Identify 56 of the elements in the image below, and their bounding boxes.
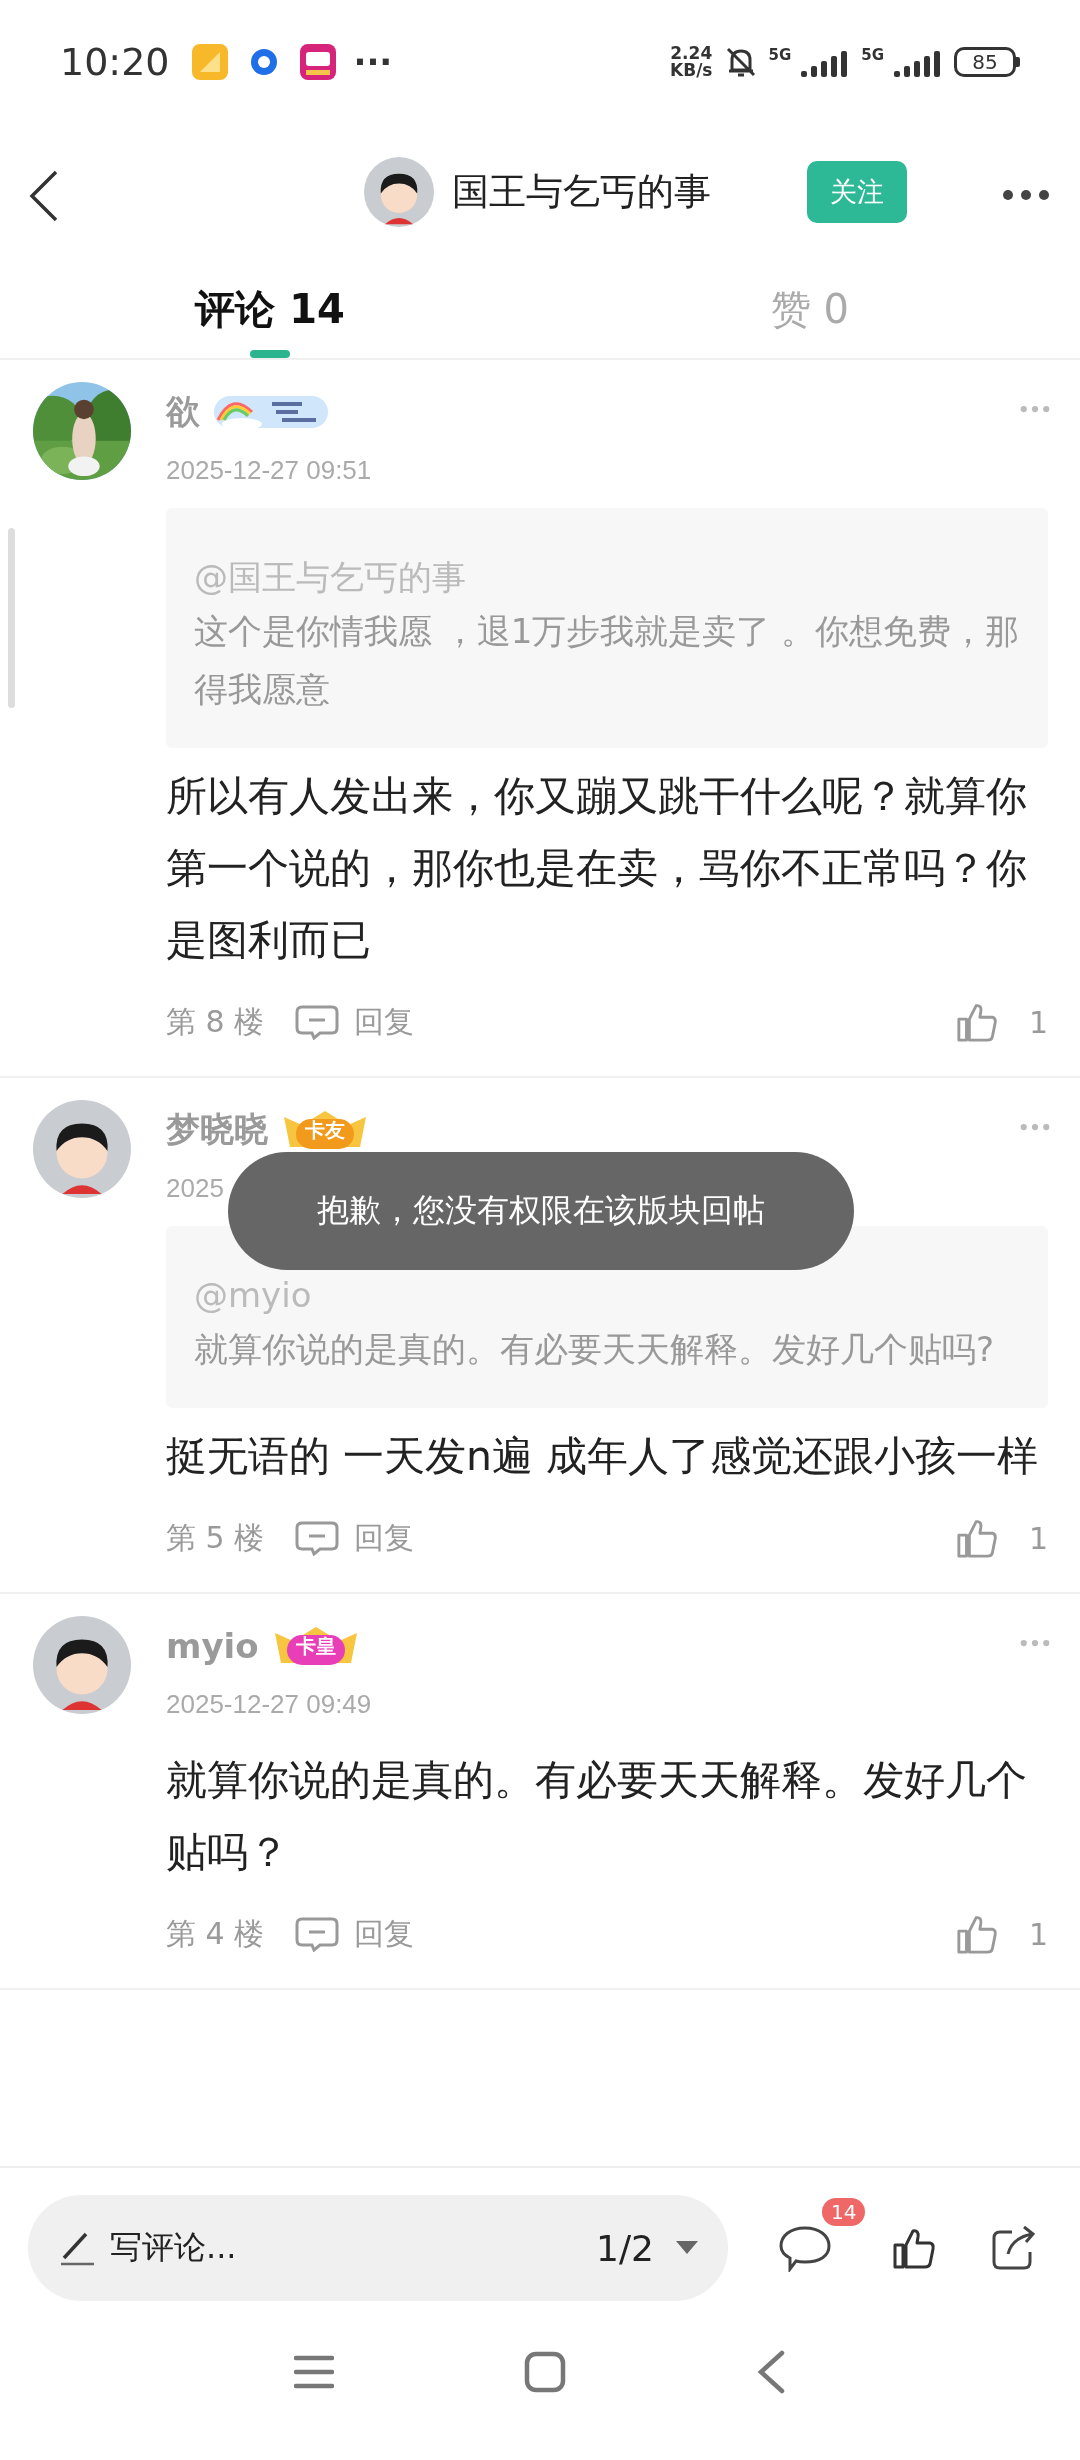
quoted-text: 就算你说的是真的。有必要天天解释。发好几个贴吗? [194, 1328, 996, 1371]
comment-input[interactable]: 写评论... [58, 2226, 237, 2270]
tab[interactable]: 评论 14 [0, 260, 540, 358]
caret-icon [676, 2241, 698, 2255]
tab[interactable]: 赞 0 [540, 260, 1080, 358]
thumbs-up-icon [892, 2226, 936, 2270]
comment-text: 就算你说的是真的。有必要天天解释。发好几个贴吗？ [166, 1755, 1028, 1878]
username[interactable]: 欲 [166, 389, 200, 435]
like-button[interactable]: 1 [954, 1517, 1048, 1559]
speech-bubble-icon [778, 2224, 832, 2272]
more-notifications: ··· [353, 42, 393, 82]
mention: @myio [194, 1274, 313, 1317]
like-button[interactable]: 1 [954, 1001, 1048, 1043]
chat-icon [294, 1004, 341, 1040]
comment-text: 所以有人发出来，你又蹦又跳干什么呢？就算你第一个说的，那你也是在卖，骂你不正常吗？你是图利而已 [166, 771, 1028, 966]
username[interactable]: myio [166, 1626, 259, 1666]
clock: 10:20 [60, 40, 170, 84]
share-button[interactable] [990, 2224, 1038, 2272]
reply-button[interactable]: 回复 [294, 1001, 415, 1043]
network-speed: 2.24 KB/s [670, 45, 713, 79]
timestamp: 2025-12-27 09:51 [166, 454, 372, 487]
thumbs-up-icon [954, 1913, 999, 1955]
author-name: 国王与乞丐的事 [452, 169, 711, 215]
notes-app-icon [191, 44, 228, 80]
follow-button[interactable]: 关注 [807, 161, 907, 223]
share-icon [990, 2224, 1038, 2272]
more-icon[interactable] [1002, 189, 1050, 201]
thumbs-up-icon [954, 1517, 999, 1559]
avatar[interactable] [364, 157, 434, 227]
like-button[interactable] [892, 2226, 936, 2270]
toast-message: 抱歉，您没有权限在该版块回帖 [228, 1152, 854, 1270]
chat-icon [294, 1520, 341, 1556]
network-type: 5G [768, 46, 792, 64]
count-badge: 14 [822, 2198, 866, 2226]
wallet-app-icon [299, 44, 336, 80]
chat-icon [294, 1916, 341, 1952]
page-selector[interactable]: 1/2 [596, 2227, 698, 2269]
quoted-text: 这个是你情我愿 ，退1万步我就是卖了 。你想免费，那得我愿意 [194, 610, 1021, 711]
username[interactable]: 梦晓晓 [166, 1107, 268, 1153]
floor-number: 第 8 楼 [166, 1002, 265, 1041]
avatar[interactable] [33, 1100, 131, 1198]
network-type: 5G [861, 46, 884, 64]
floor-number: 第 4 楼 [166, 1914, 265, 1953]
avatar[interactable] [33, 1616, 131, 1714]
comments-button[interactable] [778, 2224, 832, 2272]
home-icon[interactable] [524, 2351, 566, 2393]
floor-number: 第 5 楼 [166, 1518, 265, 1557]
thumbs-up-icon [954, 1001, 999, 1043]
comment-text: 挺无语的 一天发n遍 成年人了感觉还跟小孩一样 [166, 1431, 1040, 1482]
reply-button[interactable]: 回复 [294, 1517, 415, 1559]
timestamp: 2025-12-27 09:49 [166, 1688, 372, 1721]
timestamp: 2025 [166, 1172, 224, 1205]
menu-icon[interactable] [294, 2355, 334, 2389]
like-button[interactable]: 1 [954, 1913, 1048, 1955]
mention: @国王与乞丐的事 [194, 556, 467, 599]
reply-button[interactable]: 回复 [294, 1913, 415, 1955]
